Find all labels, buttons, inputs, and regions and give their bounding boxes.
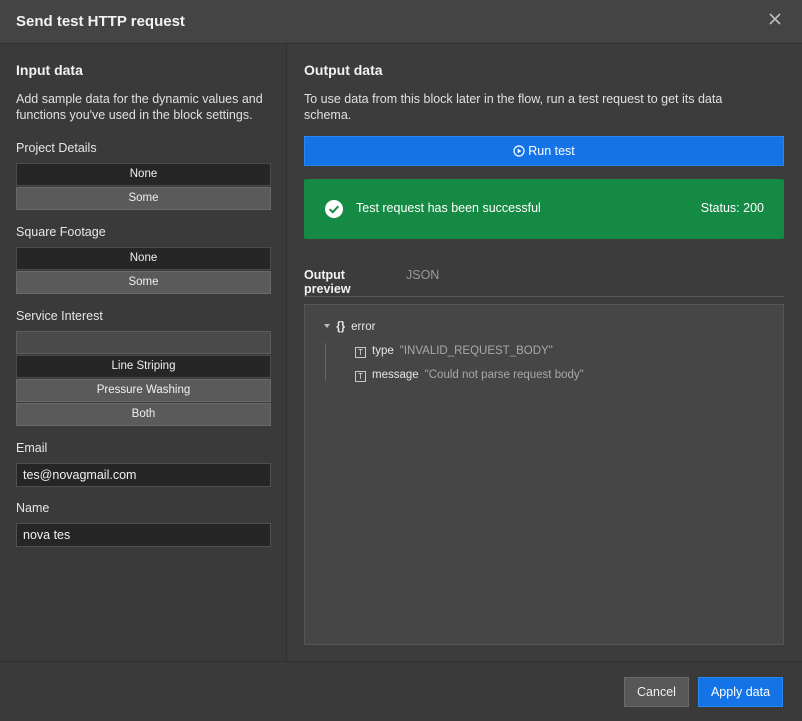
tab-json[interactable]: JSON [406, 268, 439, 290]
dialog-footer: Cancel Apply data [0, 661, 802, 721]
check-circle-icon [324, 199, 344, 219]
tree-row-message: Tmessage "Could not parse request body" [355, 369, 584, 382]
object-icon: {} [336, 321, 346, 333]
email-label: Email [16, 441, 48, 455]
input-panel: Input data Add sample data for the dynam… [0, 44, 287, 661]
dialog: Send test HTTP request Input data Add sa… [0, 0, 802, 721]
project-details-option-none[interactable]: None [16, 163, 271, 186]
email-field[interactable]: tes@novagmail.com [16, 463, 271, 487]
service-interest-option-pressure-washing[interactable]: Pressure Washing [16, 379, 271, 402]
status-code: Status: 200 [700, 201, 764, 215]
text-type-icon: T [355, 371, 366, 382]
success-banner: Test request has been successful Status:… [304, 179, 784, 239]
project-details-option-some[interactable]: Some [16, 187, 271, 210]
cancel-button[interactable]: Cancel [624, 677, 689, 707]
close-icon[interactable] [768, 12, 784, 30]
output-preview-panel: {} error Ttype "INVALID_REQUEST_BODY" Tmes… [304, 304, 784, 645]
tree-guide-line [325, 343, 326, 381]
service-interest-option-line-striping[interactable]: Line Striping [16, 355, 271, 378]
tree-root[interactable]: {} error [323, 321, 375, 333]
tab-output-preview[interactable]: Output preview [304, 268, 394, 306]
success-message: Test request has been successful [356, 201, 541, 215]
caret-down-icon [324, 324, 330, 328]
output-panel: Output data To use data from this block … [287, 44, 802, 661]
run-test-button[interactable]: Run test [304, 136, 784, 166]
input-panel-description: Add sample data for the dynamic values a… [16, 92, 263, 122]
service-interest-label: Service Interest [16, 309, 103, 323]
tree-row-type: Ttype "INVALID_REQUEST_BODY" [355, 345, 553, 358]
play-circle-icon [513, 145, 525, 157]
run-test-label: Run test [528, 144, 575, 158]
project-details-label: Project Details [16, 141, 97, 155]
name-label: Name [16, 501, 50, 515]
apply-data-button[interactable]: Apply data [698, 677, 783, 707]
service-interest-option-both[interactable]: Both [16, 403, 271, 426]
tree-value: "INVALID_REQUEST_BODY" [399, 345, 553, 357]
square-footage-option-some[interactable]: Some [16, 271, 271, 294]
input-panel-title: Input data [16, 62, 83, 78]
square-footage-option-none[interactable]: None [16, 247, 271, 270]
output-tabs: Output preview JSON [304, 264, 784, 306]
tree-key: message [372, 369, 419, 381]
square-footage-label: Square Footage [16, 225, 106, 239]
tree-root-label: error [351, 321, 376, 333]
tree-value: "Could not parse request body" [424, 369, 584, 381]
dialog-header: Send test HTTP request [0, 0, 802, 44]
service-interest-option-empty[interactable] [16, 331, 271, 354]
tree-key: type [372, 345, 394, 357]
text-type-icon: T [355, 347, 366, 358]
dialog-title: Send test HTTP request [16, 13, 185, 30]
name-field[interactable]: nova tes [16, 523, 271, 547]
output-panel-description: To use data from this block later in the… [304, 92, 723, 122]
output-panel-title: Output data [304, 62, 383, 78]
